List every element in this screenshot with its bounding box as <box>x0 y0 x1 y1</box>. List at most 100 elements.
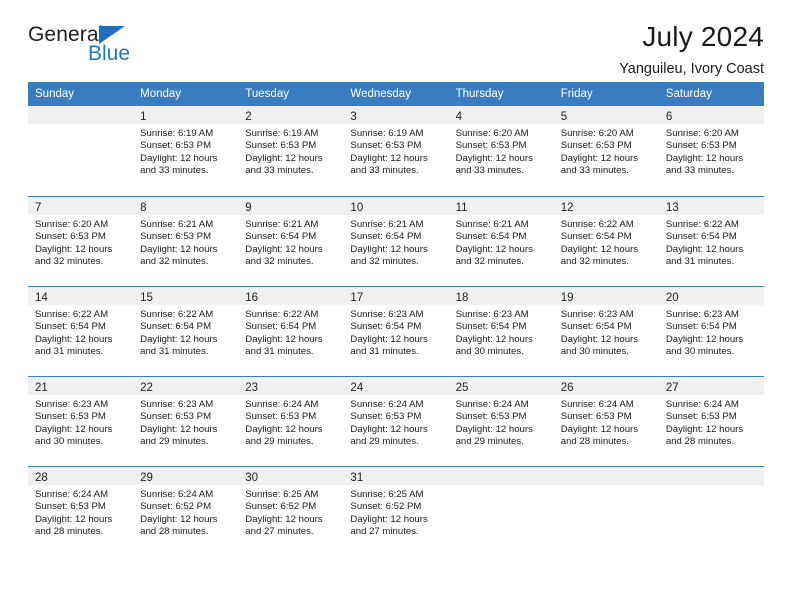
calendar-day[interactable]: 11 Sunrise: 6:21 AM Sunset: 6:54 PM Dayligh… <box>448 196 554 286</box>
general-blue-logo[interactable]: General Blue <box>28 24 228 72</box>
sunrise-text: Sunrise: 6:20 AM <box>455 128 529 139</box>
calendar-day[interactable]: 16 Sunrise: 6:22 AM Sunset: 6:54 PM Dayligh… <box>238 286 344 376</box>
day-number: 17 <box>350 292 364 304</box>
daylight-text-line1: Daylight: 12 hours <box>245 333 323 345</box>
day-details: Sunrise: 6:22 AM Sunset: 6:54 PM Daylight:… <box>659 215 764 268</box>
calendar-day[interactable]: 5 Sunrise: 6:20 AM Sunset: 6:53 PM Daylight… <box>553 106 659 196</box>
calendar-day[interactable]: 13 Sunrise: 6:22 AM Sunset: 6:54 PM Dayligh… <box>658 196 764 286</box>
calendar-cell <box>658 466 764 556</box>
sunrise-text: Sunrise: 6:24 AM <box>35 489 109 500</box>
sunset-text: Sunset: 6:53 PM <box>140 140 212 152</box>
calendar-cell: 24 Sunrise: 6:24 AM Sunset: 6:53 PM Dayligh… <box>343 376 449 466</box>
daylight-text-line1: Daylight: 12 hours <box>140 423 218 435</box>
day-details: Sunrise: 6:23 AM Sunset: 6:54 PM Daylight:… <box>659 305 764 358</box>
calendar-day[interactable]: 15 Sunrise: 6:22 AM Sunset: 6:54 PM Dayligh… <box>133 286 239 376</box>
day-number: 18 <box>455 292 469 304</box>
sunrise-text: Sunrise: 6:22 AM <box>140 309 214 320</box>
daylight-text-line2: and 32 minutes. <box>350 255 419 267</box>
sunset-text: Sunset: 6:54 PM <box>350 321 422 333</box>
calendar-day[interactable]: 2 Sunrise: 6:19 AM Sunset: 6:53 PM Daylight… <box>238 106 344 196</box>
daylight-text-line1: Daylight: 12 hours <box>35 513 113 525</box>
day-number-band <box>553 467 659 485</box>
calendar-day[interactable]: 17 Sunrise: 6:23 AM Sunset: 6:54 PM Dayligh… <box>343 286 449 376</box>
calendar-day-empty <box>658 466 764 556</box>
day-number: 21 <box>35 382 48 394</box>
calendar-cell: 1 Sunrise: 6:19 AM Sunset: 6:53 PM Daylight… <box>133 106 239 196</box>
calendar-day[interactable]: 29 Sunrise: 6:24 AM Sunset: 6:52 PM Dayligh… <box>133 466 239 556</box>
calendar-day[interactable]: 23 Sunrise: 6:24 AM Sunset: 6:53 PM Dayligh… <box>238 376 344 466</box>
calendar-day[interactable]: 4 Sunrise: 6:20 AM Sunset: 6:53 PM Daylight… <box>448 106 554 196</box>
calendar-day[interactable]: 28 Sunrise: 6:24 AM Sunset: 6:53 PM Dayligh… <box>28 466 134 556</box>
day-number-band: 1 <box>133 106 239 124</box>
daylight-text-line1: Daylight: 12 hours <box>35 423 113 435</box>
day-number: 20 <box>665 292 679 304</box>
day-number: 2 <box>245 111 252 123</box>
calendar-day[interactable]: 27 Sunrise: 6:24 AM Sunset: 6:53 PM Dayligh… <box>658 376 764 466</box>
day-number-band: 3 <box>343 106 449 124</box>
daylight-text-line2: and 31 minutes. <box>35 345 104 357</box>
calendar-day[interactable]: 22 Sunrise: 6:23 AM Sunset: 6:53 PM Dayligh… <box>133 376 239 466</box>
calendar-day[interactable]: 21 Sunrise: 6:23 AM Sunset: 6:53 PM Dayligh… <box>28 376 134 466</box>
daylight-text-line1: Daylight: 12 hours <box>560 152 639 164</box>
weekday-header-monday: Monday <box>133 82 239 106</box>
daylight-text-line1: Daylight: 12 hours <box>350 513 428 525</box>
daylight-text-line2: and 33 minutes. <box>665 164 735 176</box>
day-details: Sunrise: 6:23 AM Sunset: 6:54 PM Daylight:… <box>554 305 659 358</box>
sunrise-text: Sunrise: 6:24 AM <box>455 399 529 410</box>
calendar-day-empty <box>448 466 554 556</box>
sunrise-text: Sunrise: 6:22 AM <box>665 219 739 230</box>
day-number: 22 <box>140 382 153 394</box>
daylight-text-line2: and 28 minutes. <box>665 435 735 447</box>
calendar-day[interactable]: 7 Sunrise: 6:20 AM Sunset: 6:53 PM Daylight… <box>28 196 134 286</box>
calendar-day[interactable]: 12 Sunrise: 6:22 AM Sunset: 6:54 PM Dayligh… <box>553 196 659 286</box>
calendar-cell: 28 Sunrise: 6:24 AM Sunset: 6:53 PM Dayligh… <box>28 466 134 556</box>
calendar-day[interactable]: 3 Sunrise: 6:19 AM Sunset: 6:53 PM Daylight… <box>343 106 449 196</box>
sunset-text: Sunset: 6:53 PM <box>35 411 106 423</box>
calendar-day[interactable]: 6 Sunrise: 6:20 AM Sunset: 6:53 PM Daylight… <box>658 106 764 196</box>
daylight-text-line2: and 29 minutes. <box>350 435 419 447</box>
calendar-day[interactable]: 20 Sunrise: 6:23 AM Sunset: 6:54 PM Dayligh… <box>658 286 764 376</box>
day-details: Sunrise: 6:24 AM Sunset: 6:53 PM Daylight:… <box>554 395 659 448</box>
calendar-day[interactable]: 26 Sunrise: 6:24 AM Sunset: 6:53 PM Dayligh… <box>553 376 659 466</box>
day-details: Sunrise: 6:24 AM Sunset: 6:52 PM Daylight:… <box>133 485 238 538</box>
calendar-day[interactable]: 31 Sunrise: 6:25 AM Sunset: 6:52 PM Dayligh… <box>343 466 449 556</box>
sunrise-text: Sunrise: 6:23 AM <box>140 399 214 410</box>
sunset-text: Sunset: 6:54 PM <box>560 231 632 243</box>
day-number-band: 20 <box>658 287 764 305</box>
calendar-cell: 10 Sunrise: 6:21 AM Sunset: 6:54 PM Dayligh… <box>343 196 449 286</box>
daylight-text-line1: Daylight: 12 hours <box>665 423 744 435</box>
calendar-day[interactable]: 1 Sunrise: 6:19 AM Sunset: 6:53 PM Daylight… <box>133 106 239 196</box>
sunset-text: Sunset: 6:54 PM <box>455 321 527 333</box>
weekday-header-wednesday: Wednesday <box>343 82 449 106</box>
day-details: Sunrise: 6:23 AM Sunset: 6:54 PM Daylight:… <box>343 305 448 358</box>
daylight-text-line1: Daylight: 12 hours <box>140 243 218 255</box>
sunset-text: Sunset: 6:53 PM <box>245 411 317 423</box>
calendar-day[interactable]: 14 Sunrise: 6:22 AM Sunset: 6:54 PM Dayligh… <box>28 286 134 376</box>
calendar-week-row: 21 Sunrise: 6:23 AM Sunset: 6:53 PM Dayligh… <box>28 376 764 466</box>
calendar-day-empty <box>28 106 134 196</box>
sunrise-text: Sunrise: 6:23 AM <box>455 309 529 320</box>
weekday-header-thursday: Thursday <box>448 82 554 106</box>
calendar-day[interactable]: 8 Sunrise: 6:21 AM Sunset: 6:53 PM Daylight… <box>133 196 239 286</box>
calendar-body: 1 Sunrise: 6:19 AM Sunset: 6:53 PM Daylight… <box>28 106 764 556</box>
calendar-day[interactable]: 18 Sunrise: 6:23 AM Sunset: 6:54 PM Dayligh… <box>448 286 554 376</box>
sunset-text: Sunset: 6:53 PM <box>665 140 737 152</box>
day-details: Sunrise: 6:25 AM Sunset: 6:52 PM Daylight:… <box>238 485 343 538</box>
calendar-day[interactable]: 24 Sunrise: 6:24 AM Sunset: 6:53 PM Dayligh… <box>343 376 449 466</box>
calendar-cell: 31 Sunrise: 6:25 AM Sunset: 6:52 PM Dayligh… <box>343 466 449 556</box>
daylight-text-line1: Daylight: 12 hours <box>350 152 428 164</box>
calendar-cell: 13 Sunrise: 6:22 AM Sunset: 6:54 PM Dayligh… <box>658 196 764 286</box>
calendar-day[interactable]: 19 Sunrise: 6:23 AM Sunset: 6:54 PM Dayligh… <box>553 286 659 376</box>
calendar-cell: 19 Sunrise: 6:23 AM Sunset: 6:54 PM Dayligh… <box>553 286 659 376</box>
daylight-text-line2: and 29 minutes. <box>245 435 314 447</box>
daylight-text-line2: and 32 minutes. <box>140 255 209 267</box>
calendar-day[interactable]: 30 Sunrise: 6:25 AM Sunset: 6:52 PM Dayligh… <box>238 466 344 556</box>
calendar-day[interactable]: 25 Sunrise: 6:24 AM Sunset: 6:53 PM Dayligh… <box>448 376 554 466</box>
day-number-band: 5 <box>553 106 659 124</box>
calendar-day[interactable]: 10 Sunrise: 6:21 AM Sunset: 6:54 PM Dayligh… <box>343 196 449 286</box>
sunset-text: Sunset: 6:53 PM <box>455 411 527 423</box>
weekday-header-saturday: Saturday <box>658 82 764 106</box>
calendar-day[interactable]: 9 Sunrise: 6:21 AM Sunset: 6:54 PM Daylight… <box>238 196 344 286</box>
daylight-text-line1: Daylight: 12 hours <box>665 333 744 345</box>
page-subtitle: Yanguileu, Ivory Coast <box>619 61 764 77</box>
